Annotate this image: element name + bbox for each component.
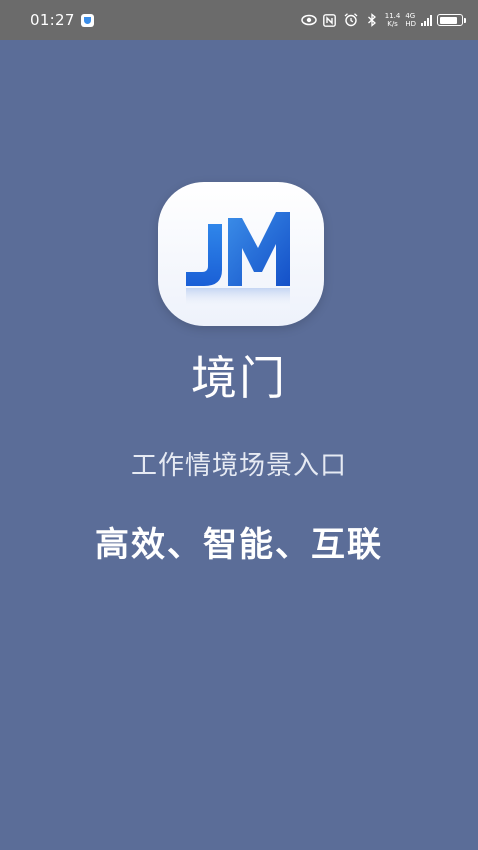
battery-fill xyxy=(439,16,458,24)
status-left: 01:27 xyxy=(30,11,94,29)
jm-logo-icon xyxy=(186,212,290,310)
app-logo xyxy=(158,182,324,326)
network-speed-value: 11.4 xyxy=(384,12,401,20)
eye-icon xyxy=(301,12,317,28)
network-speed-unit: K/s xyxy=(387,20,398,28)
alarm-icon xyxy=(343,12,359,28)
signal-icon xyxy=(421,14,432,26)
network-speed: 11.4 K/s xyxy=(385,12,401,28)
status-right: 11.4 K/s 4G HD xyxy=(301,12,466,28)
status-bar: 01:27 11.4 K/s 4G HD xyxy=(0,0,478,40)
app-name: 境门 xyxy=(191,351,287,405)
bluetooth-icon xyxy=(364,12,380,28)
shield-icon xyxy=(80,13,94,27)
status-time: 01:27 xyxy=(30,11,75,29)
tagline: 工作情境场景入口 xyxy=(130,451,347,481)
battery-icon xyxy=(437,14,466,26)
network-generation-label: 4G xyxy=(405,12,416,20)
network-hd-label: HD xyxy=(405,20,416,28)
network-generation: 4G HD xyxy=(405,12,416,28)
nfc-icon xyxy=(322,12,338,28)
slogan: 高效、智能、互联 xyxy=(95,525,383,565)
